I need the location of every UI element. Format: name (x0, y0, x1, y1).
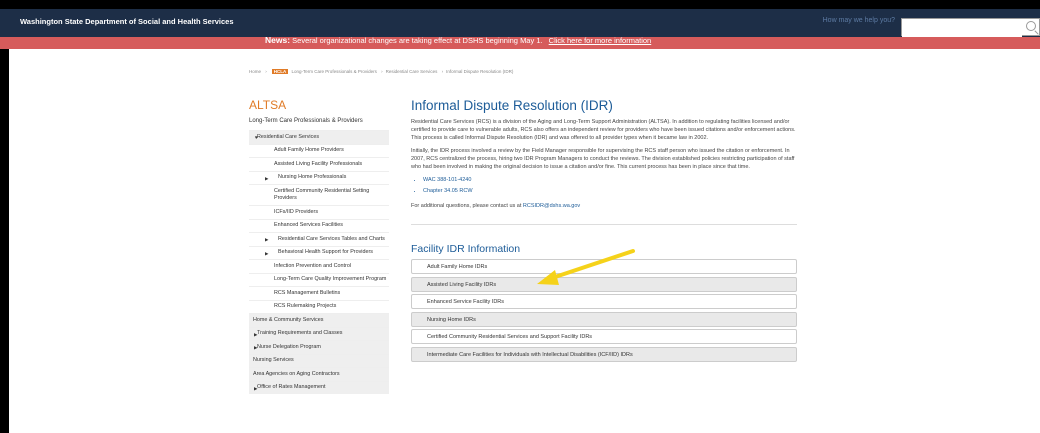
section-divider (411, 224, 797, 225)
sidebar-item[interactable]: ▼ Residential Care Services (249, 130, 389, 144)
accordion-item-icf-iid[interactable]: Intermediate Care Facilities for Individ… (411, 346, 797, 362)
sidebar-item-label: Office of Rates Management (257, 384, 326, 390)
accordion-item-ccrsss[interactable]: Certified Community Residential Services… (411, 329, 797, 345)
reference-links: WAC 388-101-4240 Chapter 34.05 RCW (423, 175, 797, 197)
contact-text: For additional questions, please contact… (411, 203, 522, 209)
main-content: Informal Dispute Resolution (IDR) Reside… (411, 98, 797, 365)
wac-link[interactable]: WAC 388-101-4240 (423, 177, 471, 183)
breadcrumb-item: Informal Dispute Resolution (IDR) (446, 69, 514, 74)
sidebar-item-label: Home & Community Services (253, 316, 324, 323)
rcw-link[interactable]: Chapter 34.05 RCW (423, 188, 473, 194)
caret-right-icon: ▶ (254, 345, 258, 350)
sidebar-item-label: Nursing Home Professionals (278, 174, 347, 180)
sidebar-subtitle[interactable]: Long-Term Care Professionals & Providers (249, 118, 389, 124)
sidebar-item-label: Behavioral Health Support for Providers (278, 249, 373, 255)
sidebar-item-label: Enhanced Services Facilities (274, 222, 343, 228)
sidebar-title[interactable]: ALTSA (249, 98, 389, 112)
breadcrumb-item[interactable]: Residential Care Services (386, 69, 438, 74)
caret-right-icon: ▶ (265, 237, 269, 242)
sidebar-item[interactable]: RCS Rulemaking Projects (249, 299, 389, 314)
sidebar-item-label: Nurse Delegation Program (257, 343, 321, 350)
sidebar-item[interactable]: Certified Community Residential Setting … (249, 184, 389, 205)
sidebar-item-label: Residential Care Services Tables and Cha… (278, 235, 385, 242)
sidebar-item-label: ICFs/IID Providers (274, 208, 319, 215)
news-text: Several organizational changes are takin… (292, 37, 543, 45)
sidebar-item[interactable]: ▶ Training Requirements and Classes (249, 326, 389, 340)
sidebar-list: ▼ Residential Care Services Adult Family H… (249, 130, 389, 394)
sidebar-item[interactable]: Enhanced Services Facilities (249, 218, 389, 233)
sidebar-item-label: Long-Term Care Quality Improvement Progr… (274, 276, 387, 282)
news-link[interactable]: Click here for more information (549, 37, 652, 45)
sidebar-item[interactable]: RCS Management Bulletins (249, 286, 389, 300)
sidebar-item[interactable]: Assisted Living Facility Professionals (249, 157, 389, 171)
list-item: WAC 388-101-4240 (423, 175, 797, 186)
sidebar-item-label: Residential Care Services (257, 133, 320, 140)
sidebar-item[interactable]: Area Agencies on Aging Contractors (249, 367, 389, 381)
accordion-item-nursing-home[interactable]: Nursing Home IDRs (411, 311, 797, 327)
sidebar-item[interactable]: ▶ Behavioral Health Support for Providers (249, 245, 389, 260)
news-banner: News: Several organizational changes are… (0, 37, 1040, 49)
sidebar-item-label: Area Agencies on Aging Contractors (253, 370, 340, 377)
caret-right-icon: ▶ (265, 175, 269, 181)
sidebar-item-label: Nursing Services (253, 357, 294, 363)
sidebar-item[interactable]: Long-Term Care Quality Improvement Progr… (249, 272, 389, 287)
sidebar-item-label: Assisted Living Facility Professionals (274, 160, 363, 167)
caret-down-icon: ▼ (254, 135, 259, 140)
list-item: Chapter 34.05 RCW (423, 186, 797, 197)
yellow-arrow-icon (537, 249, 635, 285)
intro-paragraph: Residential Care Services (RCS) is a div… (411, 119, 796, 141)
news-label: News: (265, 37, 291, 45)
sidebar-item[interactable]: ▶ Nursing Home Professionals (249, 170, 389, 185)
caret-right-icon: ▶ (254, 331, 258, 337)
breadcrumb: Home › HCLA Long-Term Care Professionals … (249, 69, 514, 74)
accordion-item-enhanced-service[interactable]: Enhanced Service Facility IDRs (411, 294, 797, 310)
sidebar-item[interactable]: ▶ Office of Rates Management (249, 380, 389, 394)
sidebar-item[interactable]: Adult Family Home Providers (249, 143, 389, 158)
sidebar-item[interactable]: ▶ Nurse Delegation Program (249, 340, 389, 354)
history-paragraph: Initially, the IDR process involved a re… (411, 148, 795, 170)
sidebar-item[interactable]: Home & Community Services (249, 313, 389, 327)
sidebar-item[interactable]: ▶ Residential Care Services Tables and Ch… (249, 232, 389, 246)
sidebar-item-label: RCS Rulemaking Projects (274, 303, 337, 309)
sidebar-item[interactable]: Nursing Services (249, 353, 389, 367)
breadcrumb-item[interactable]: Long-Term Care Professionals & Providers (292, 69, 377, 74)
sidebar-item[interactable]: ICFs/IID Providers (249, 205, 389, 219)
sidebar-item-label: RCS Management Bulletins (274, 289, 341, 296)
site-brand[interactable]: Washington State Department of Social an… (20, 17, 234, 26)
contact-email-link[interactable]: RCSIDR@dshs.wa.gov (523, 203, 580, 209)
caret-right-icon: ▶ (265, 250, 269, 256)
sidebar-item-label: Adult Family Home Providers (274, 147, 344, 153)
sidebar-item-label: Training Requirements and Classes (257, 330, 343, 336)
sidebar-nav: ALTSA Long-Term Care Professionals & Pro… (249, 98, 389, 394)
sidebar-item-label: Infection Prevention and Control (274, 262, 352, 269)
breadcrumb-home[interactable]: Home (249, 69, 261, 74)
contact-paragraph: For additional questions, please contact… (411, 202, 797, 210)
sidebar-item-label: Certified Community Residential Setting … (274, 187, 370, 202)
sidebar-item[interactable]: Infection Prevention and Control (249, 259, 389, 273)
search-box[interactable] (901, 18, 1040, 39)
page-title: Informal Dispute Resolution (IDR) (411, 98, 613, 113)
search-icon[interactable] (1026, 21, 1036, 31)
breadcrumb-tag[interactable]: HCLA (271, 69, 289, 74)
help-link[interactable]: How may we help you? (823, 17, 895, 24)
caret-right-icon: ▶ (254, 385, 258, 391)
site-header: Washington State Department of Social an… (0, 9, 1040, 39)
